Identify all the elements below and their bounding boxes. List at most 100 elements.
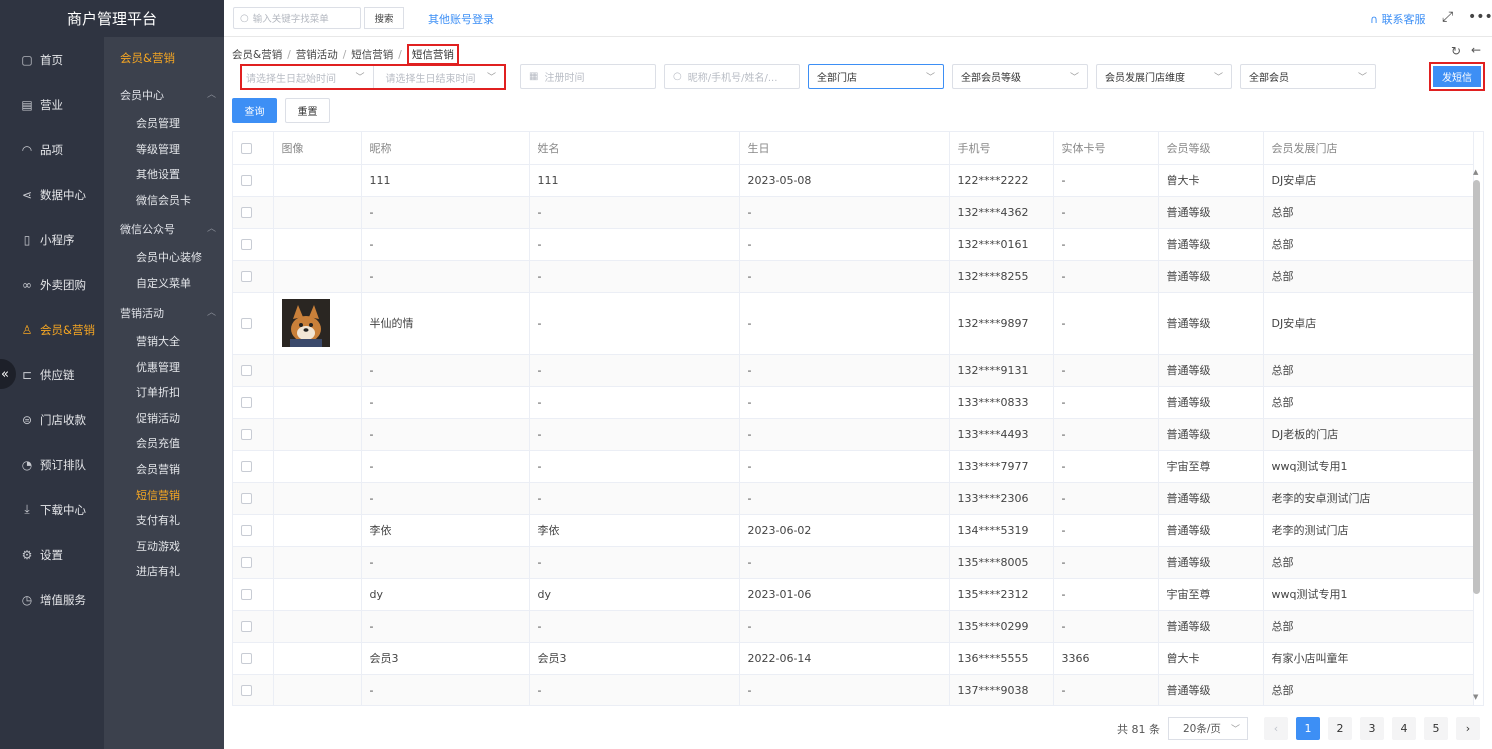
table-row[interactable]: - - -135****0299- 普通等级 总部 — [233, 610, 1474, 643]
table-row[interactable]: - - -132****8255- 普通等级 总部 — [233, 260, 1474, 293]
breadcrumb-item[interactable]: 营销活动 — [296, 47, 338, 62]
row-checkbox[interactable] — [241, 621, 252, 632]
nav-item[interactable]: ▯ 小程序 — [0, 217, 104, 262]
birthday-range-picker[interactable]: 请选择生日起始时间 ﹀ 请选择生日结束时间 ﹀ — [240, 64, 506, 90]
row-checkbox[interactable] — [241, 429, 252, 440]
cell-level: 普通等级 — [1158, 546, 1264, 579]
row-checkbox[interactable] — [241, 685, 252, 696]
nav-group[interactable]: 营销活动 ︿ — [120, 305, 216, 321]
row-checkbox[interactable] — [241, 318, 252, 329]
nav-sub-item[interactable]: 支付有礼 — [136, 512, 180, 528]
table-row[interactable]: - - -133****7977- 宇宙至尊 wwq测试专用1 — [233, 450, 1474, 483]
birthday-start-input[interactable]: 请选择生日起始时间 ﹀ — [242, 66, 373, 88]
register-time-input[interactable]: ▦ 注册时间 — [520, 64, 656, 89]
nav-item[interactable]: ◠ 品项 — [0, 127, 104, 172]
row-checkbox[interactable] — [241, 397, 252, 408]
row-checkbox[interactable] — [241, 557, 252, 568]
scroll-up-icon[interactable]: ▲ — [1473, 168, 1478, 176]
table-row[interactable]: 111 111 2023-05-08 122****2222- 曾大卡 DJ安卓店 — [233, 164, 1474, 197]
reset-button[interactable]: 重置 — [285, 98, 330, 123]
breadcrumb-item[interactable]: 短信营销 — [351, 47, 393, 62]
contact-service-link[interactable]: ∩ 联系客服 — [1370, 11, 1426, 27]
nav-sub-item[interactable]: 互动游戏 — [136, 538, 180, 554]
table-row[interactable]: 半仙的情 - -132****9897- 普通等级 DJ安卓店 — [233, 292, 1474, 355]
row-checkbox[interactable] — [241, 589, 252, 600]
row-checkbox[interactable] — [241, 271, 252, 282]
next-page-button[interactable]: › — [1456, 717, 1480, 740]
nav-sub-item[interactable]: 进店有礼 — [136, 563, 180, 579]
row-checkbox[interactable] — [241, 207, 252, 218]
nav-item[interactable]: ▤ 营业 — [0, 82, 104, 127]
table-row[interactable]: dy dy 2023-01-06 135****2312- 宇宙至尊 wwq测试专用1 — [233, 578, 1474, 611]
row-checkbox[interactable] — [241, 175, 252, 186]
select-all-checkbox[interactable] — [241, 142, 252, 154]
menu-search-button[interactable]: 搜索 — [364, 7, 404, 29]
row-checkbox[interactable] — [241, 461, 252, 472]
page-button[interactable]: 3 — [1360, 717, 1384, 740]
page-button[interactable]: 4 — [1392, 717, 1416, 740]
refresh-icon[interactable]: ↻ — [1451, 44, 1461, 58]
table-row[interactable]: - - -132****9131- 普通等级 总部 — [233, 354, 1474, 387]
nav-sub-item[interactable]: 订单折扣 — [136, 384, 180, 400]
table-row[interactable]: - - -132****0161- 普通等级 总部 — [233, 228, 1474, 261]
table-row[interactable]: - - -137****9038- 普通等级 总部 — [233, 674, 1474, 705]
nav-sub-item[interactable]: 等级管理 — [136, 141, 180, 157]
nav-sub-item[interactable]: 会员管理 — [136, 115, 180, 131]
nav-item[interactable]: ⋖ 数据中心 — [0, 172, 104, 217]
scrollbar-thumb[interactable] — [1473, 180, 1480, 594]
table-row[interactable]: 李依 李依 2023-06-02 134****5319- 普通等级 老李的测试门店 — [233, 514, 1474, 547]
row-checkbox[interactable] — [241, 239, 252, 250]
nav-sub-item[interactable]: 优惠管理 — [136, 359, 180, 375]
nav-sub-item[interactable]: 会员充值 — [136, 435, 180, 451]
table-row[interactable]: - - -133****4493- 普通等级 DJ老板的门店 — [233, 418, 1474, 451]
row-checkbox[interactable] — [241, 525, 252, 536]
table-row[interactable]: - - -132****4362- 普通等级 总部 — [233, 196, 1474, 229]
query-button[interactable]: 查询 — [232, 98, 277, 123]
member-type-select[interactable]: 全部会员 ﹀ — [1240, 64, 1376, 89]
row-checkbox[interactable] — [241, 493, 252, 504]
nav-sub-item[interactable]: 营销大全 — [136, 333, 180, 349]
table-row[interactable]: 会员3 会员3 2022-06-14 136****5555 3366 曾大卡 有家小店叫童… — [233, 642, 1474, 675]
fullscreen-icon[interactable]: ⤢ — [1442, 9, 1453, 25]
page-button[interactable]: 5 — [1424, 717, 1448, 740]
birthday-end-input[interactable]: 请选择生日结束时间 ﹀ — [372, 66, 505, 88]
store-select[interactable]: 全部门店 ﹀ — [808, 64, 944, 89]
other-account-login-link[interactable]: 其他账号登录 — [428, 11, 494, 27]
nav-sub-item[interactable]: 短信营销 — [136, 487, 180, 503]
nav-sub-item[interactable]: 微信会员卡 — [136, 192, 191, 208]
nav-sub-item[interactable]: 其他设置 — [136, 166, 180, 182]
page-button[interactable]: 2 — [1328, 717, 1352, 740]
table-row[interactable]: - - -135****8005- 普通等级 总部 — [233, 546, 1474, 579]
nav-group[interactable]: 微信公众号 ︿ — [120, 221, 216, 237]
row-checkbox[interactable] — [241, 365, 252, 376]
nav-group[interactable]: 会员中心 ︿ — [120, 87, 216, 103]
prev-page-button[interactable]: ‹ — [1264, 717, 1288, 740]
dev-store-dimension-select[interactable]: 会员发展门店维度 ﹀ — [1096, 64, 1232, 89]
keyword-search-input[interactable]: ○ 昵称/手机号/姓名/... — [664, 64, 800, 89]
nav-item[interactable]: ♙ 会员&营销 — [0, 307, 104, 352]
member-level-select[interactable]: 全部会员等级 ﹀ — [952, 64, 1088, 89]
breadcrumb-item[interactable]: 会员&营销 — [232, 47, 282, 62]
back-arrow-icon[interactable]: ← — [1471, 43, 1481, 57]
table-row[interactable]: - - -133****0833- 普通等级 总部 — [233, 386, 1474, 419]
row-checkbox[interactable] — [241, 653, 252, 664]
nav-sub-item[interactable]: 促销活动 — [136, 410, 180, 426]
page-size-select[interactable]: 20条/页 ﹀ — [1168, 717, 1248, 740]
nav-sub-item[interactable]: 自定义菜单 — [136, 275, 191, 291]
nav-sub-item[interactable]: 会员营销 — [136, 461, 180, 477]
scroll-down-icon[interactable]: ▼ — [1473, 693, 1478, 701]
nav-item[interactable]: ⊜ 门店收款 — [0, 397, 104, 442]
nav-item[interactable]: ⚙ 设置 — [0, 532, 104, 577]
nav-item[interactable]: ◔ 预订排队 — [0, 442, 104, 487]
table-scrollbar[interactable]: ▲ ▼ — [1473, 168, 1480, 701]
more-icon[interactable]: ••• — [1468, 9, 1492, 25]
page-button[interactable]: 1 — [1296, 717, 1320, 740]
nav-sub-item[interactable]: 会员中心装修 — [136, 249, 202, 265]
nav-item[interactable]: ◷ 增值服务 — [0, 577, 104, 622]
nav-item[interactable]: ▢ 首页 — [0, 37, 104, 82]
table-row[interactable]: - - -133****2306- 普通等级 老李的安卓测试门店 — [233, 482, 1474, 515]
nav-item[interactable]: ∞ 外卖团购 — [0, 262, 104, 307]
nav-item[interactable]: ⤓ 下载中心 — [0, 487, 104, 532]
menu-search-input[interactable]: ○ 输入关键字找菜单 — [233, 7, 361, 29]
send-sms-button[interactable]: 发短信 — [1433, 66, 1481, 87]
